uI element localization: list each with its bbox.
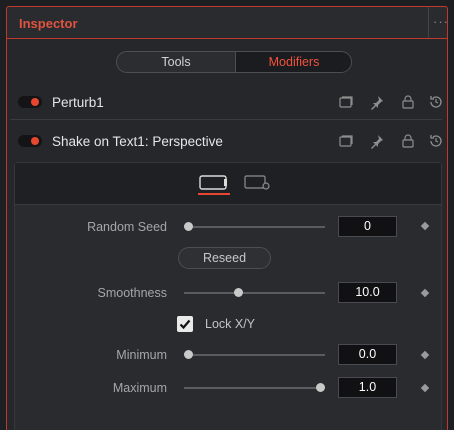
maximum-slider-handle[interactable] [316,383,325,392]
checkmark-icon [179,319,191,330]
random-seed-label: Random Seed [87,220,167,234]
smoothness-input[interactable]: 10.0 [338,282,397,303]
controls-tab-bar [15,163,441,204]
settings-tab-icon[interactable] [243,173,273,193]
minimum-label: Minimum [116,348,167,362]
minimum-slider[interactable] [184,354,325,356]
header-divider [428,7,429,38]
lock-icon[interactable] [400,94,416,110]
modifier-label: Perturb1 [52,95,104,110]
enable-toggle[interactable] [18,135,42,147]
modifier-row-shake[interactable]: Shake on Text1: Perspective [14,127,442,157]
inspector-title: Inspector [19,16,78,31]
lock-xy-label: Lock X/Y [205,317,256,331]
random-seed-input[interactable]: 0 [338,216,397,237]
more-options-icon[interactable]: ··· [433,14,449,29]
minimum-input[interactable]: 0.0 [338,344,397,365]
controls-tab-icon[interactable] [198,173,230,195]
maximum-slider[interactable] [184,387,325,389]
maximum-label: Maximum [112,381,167,395]
toggle-indicator [31,98,39,106]
pin-icon[interactable] [369,133,385,149]
tab-tools[interactable]: Tools [117,52,235,72]
inspector-header: Inspector ··· [6,6,448,39]
collapse-icon[interactable] [338,94,354,110]
reseed-button[interactable]: Reseed [178,247,271,269]
random-seed-slider[interactable] [184,226,325,228]
reset-icon[interactable] [428,133,444,149]
tool-modifier-tabs: Tools Modifiers [116,51,352,73]
divider [15,204,441,205]
lock-icon[interactable] [400,133,416,149]
enable-toggle[interactable] [18,96,42,108]
toggle-indicator [31,137,39,145]
random-seed-slider-handle[interactable] [184,222,193,231]
modifier-row-perturb[interactable]: Perturb1 [14,88,442,118]
collapse-icon[interactable] [338,133,354,149]
modifier-label: Shake on Text1: Perspective [52,134,223,149]
smoothness-slider[interactable] [184,292,325,294]
tab-modifiers[interactable]: Modifiers [235,52,351,72]
reset-icon[interactable] [428,94,444,110]
pin-icon[interactable] [369,94,385,110]
lock-xy-checkbox[interactable] [177,316,193,332]
smoothness-label: Smoothness [97,286,167,300]
maximum-input[interactable]: 1.0 [338,377,397,398]
minimum-slider-handle[interactable] [184,350,193,359]
divider [10,119,442,120]
